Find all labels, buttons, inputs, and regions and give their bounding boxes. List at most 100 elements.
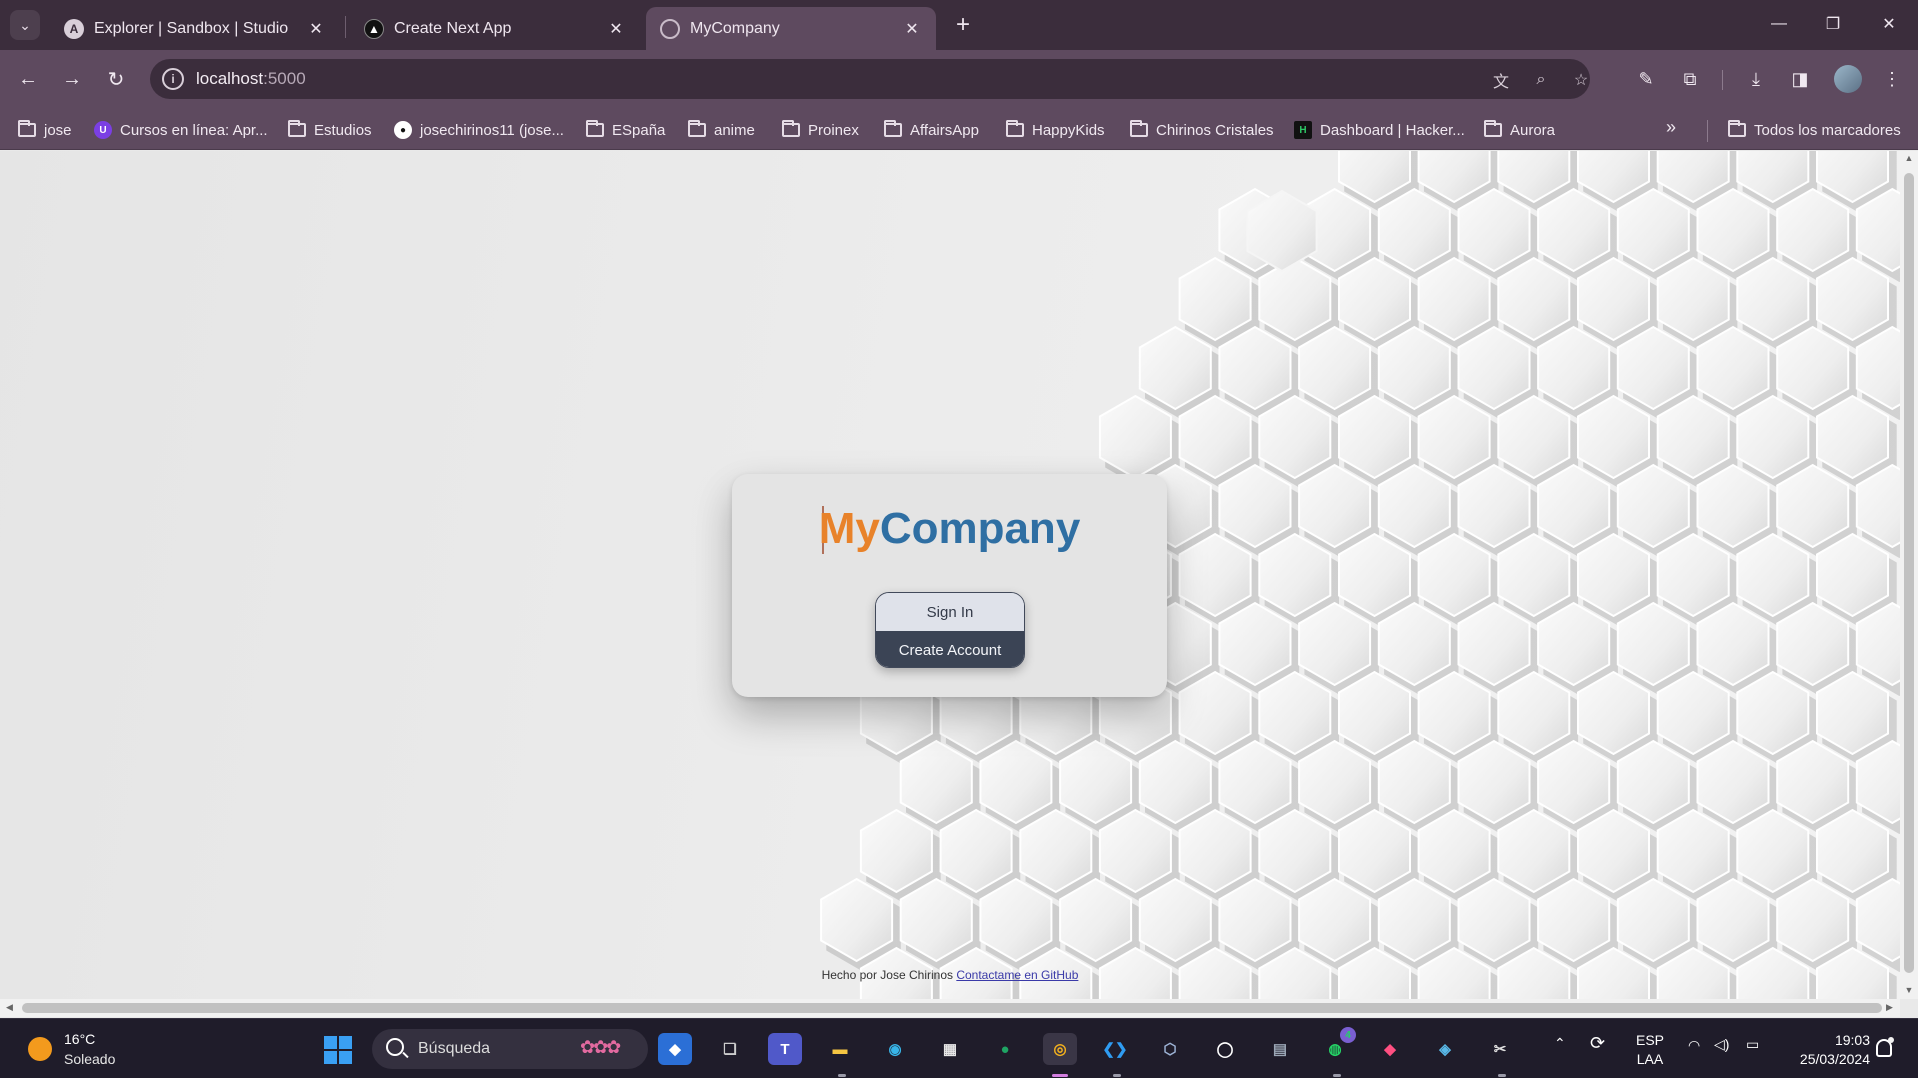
close-icon[interactable]: ✕ bbox=[902, 19, 922, 39]
bookmark-cursos[interactable]: U Cursos en línea: Apr... bbox=[94, 119, 268, 141]
clock[interactable]: 19:03 25/03/2024 bbox=[1786, 1031, 1870, 1069]
info-icon[interactable]: i bbox=[162, 68, 184, 90]
close-icon[interactable]: ✕ bbox=[306, 19, 326, 39]
url-text[interactable]: localhost:5000 bbox=[196, 69, 306, 89]
scroll-right-icon[interactable]: ▶ bbox=[1886, 1002, 1893, 1013]
bookmark-github[interactable]: ● josechirinos11 (jose... bbox=[394, 119, 564, 141]
scroll-up-icon[interactable]: ▲ bbox=[1904, 153, 1914, 163]
address-bar[interactable]: i localhost:5000 文 ⌕ ☆ bbox=[150, 59, 1590, 99]
whatsapp-web-icon[interactable]: ◯ bbox=[1208, 1033, 1242, 1065]
back-button[interactable]: ← bbox=[12, 63, 44, 95]
sun-icon[interactable] bbox=[28, 1037, 52, 1061]
zoom-icon[interactable]: ⌕ bbox=[1528, 67, 1554, 93]
keyboard-layout: LAA bbox=[1636, 1051, 1664, 1067]
brand-logo: MyCompany bbox=[732, 504, 1167, 554]
minimize-button[interactable]: — bbox=[1756, 8, 1802, 40]
bookmark-affairsapp[interactable]: AffairsApp bbox=[884, 119, 979, 141]
translate-icon[interactable]: 文 bbox=[1488, 67, 1514, 93]
extension-button[interactable]: ✎ bbox=[1630, 63, 1662, 95]
menu-button[interactable]: ⋮ bbox=[1876, 63, 1908, 95]
notification-bell-icon[interactable] bbox=[1876, 1037, 1894, 1057]
tab-explorer[interactable]: A Explorer | Sandbox | Studio ✕ bbox=[50, 7, 340, 50]
scroll-down-icon[interactable]: ▼ bbox=[1904, 985, 1914, 995]
time: 19:03 bbox=[1834, 1032, 1870, 1048]
close-icon[interactable]: ✕ bbox=[606, 19, 626, 39]
microsoft-store-icon[interactable]: ▦ bbox=[933, 1033, 967, 1065]
bookmark-proinex[interactable]: Proinex bbox=[782, 119, 859, 141]
database-icon[interactable]: ◈ bbox=[1428, 1033, 1462, 1065]
avatar[interactable] bbox=[1834, 65, 1862, 93]
tab-title: MyCompany bbox=[690, 19, 780, 37]
triangle-icon: ▲ bbox=[364, 18, 384, 39]
bookmark-espana[interactable]: ESpaña bbox=[586, 119, 665, 141]
sync-icon[interactable]: ⟳ bbox=[1590, 1033, 1605, 1054]
weather-description[interactable]: Soleado bbox=[64, 1051, 115, 1067]
volume-icon[interactable]: ◁) bbox=[1714, 1036, 1729, 1053]
bookmark-dashboard[interactable]: H Dashboard | Hacker... bbox=[1294, 119, 1465, 141]
download-icon: ⤓ bbox=[1752, 68, 1760, 89]
file-explorer-icon[interactable]: ▬ bbox=[823, 1033, 857, 1065]
start-button[interactable] bbox=[324, 1036, 352, 1064]
bookmark-all[interactable]: Todos los marcadores bbox=[1728, 119, 1901, 141]
notification-badge: 4 bbox=[1340, 1027, 1356, 1043]
chevron-up-icon[interactable]: ⌃ bbox=[1554, 1035, 1566, 1052]
teams-icon[interactable]: T bbox=[768, 1033, 802, 1065]
copilot-icon[interactable]: ◆ bbox=[658, 1033, 692, 1065]
bookmarks-divider bbox=[1707, 120, 1708, 142]
arrow-right-icon: → bbox=[62, 67, 82, 90]
figma-like-icon[interactable]: ◆ bbox=[1373, 1033, 1407, 1065]
close-window-button[interactable]: ✕ bbox=[1866, 8, 1912, 40]
language-indicator[interactable]: ESP LAA bbox=[1636, 1031, 1664, 1069]
bookmark-happykids[interactable]: HappyKids bbox=[1006, 119, 1105, 141]
whatsapp-icon[interactable]: ◍ 4 bbox=[1318, 1027, 1356, 1065]
taskbar-search[interactable]: Búsqueda ✿✿✿ bbox=[372, 1029, 648, 1069]
tab-search-button[interactable]: ⌄ bbox=[10, 10, 40, 40]
tab-strip: ⌄ A Explorer | Sandbox | Studio ✕ ▲ Crea… bbox=[0, 0, 1918, 50]
scroll-left-icon[interactable]: ◀ bbox=[6, 1002, 13, 1013]
sign-in-button[interactable]: Sign In bbox=[876, 593, 1024, 631]
restore-icon: ❐ bbox=[1825, 16, 1841, 33]
battery-icon[interactable]: ▭ bbox=[1746, 1036, 1759, 1053]
more-bookmarks-button[interactable]: » bbox=[1666, 117, 1676, 138]
folder-icon bbox=[1130, 120, 1148, 137]
wifi-icon[interactable]: ◠ bbox=[1688, 1037, 1700, 1054]
new-tab-button[interactable]: + bbox=[948, 10, 978, 40]
mongodb-compass-icon[interactable]: ● bbox=[988, 1033, 1022, 1065]
scrollbar-thumb[interactable] bbox=[1904, 173, 1914, 973]
date: 25/03/2024 bbox=[1799, 1051, 1870, 1067]
vscode-icon[interactable]: ❮❯ bbox=[1098, 1033, 1132, 1065]
downloads-button[interactable]: ⤓ bbox=[1740, 63, 1772, 95]
edge-icon[interactable]: ◉ bbox=[878, 1033, 912, 1065]
snipping-tool-icon[interactable]: ✂ bbox=[1483, 1033, 1517, 1065]
side-panel-button[interactable]: ◨ bbox=[1784, 63, 1816, 95]
bookmark-star-icon[interactable]: ☆ bbox=[1568, 67, 1594, 93]
bookmark-anime[interactable]: anime bbox=[688, 119, 755, 141]
bookmark-aurora[interactable]: Aurora bbox=[1484, 119, 1555, 141]
bookmark-label: Chirinos Cristales bbox=[1156, 121, 1274, 139]
scrollbar-thumb[interactable] bbox=[22, 1003, 1882, 1013]
tab-create-next-app[interactable]: ▲ Create Next App ✕ bbox=[350, 7, 640, 50]
bookmark-jose[interactable]: jose bbox=[18, 119, 72, 141]
weather-temperature[interactable]: 16°C bbox=[64, 1031, 95, 1047]
bookmark-chirinos-cristales[interactable]: Chirinos Cristales bbox=[1130, 119, 1274, 141]
bookmark-label: HappyKids bbox=[1032, 121, 1105, 139]
github-contact-link[interactable]: Contactame en GitHub bbox=[956, 968, 1078, 982]
tab-mycompany[interactable]: MyCompany ✕ bbox=[646, 7, 936, 50]
terminal-app-icon[interactable]: ⬡ bbox=[1153, 1033, 1187, 1065]
chrome-icon[interactable]: ◎ bbox=[1043, 1033, 1077, 1065]
tab-title: Create Next App bbox=[394, 19, 512, 37]
page-footer: Hecho por Jose Chirinos Contactame en Gi… bbox=[0, 968, 1900, 982]
extensions-icon: ⧉ bbox=[1683, 68, 1697, 89]
bookmark-estudios[interactable]: Estudios bbox=[288, 119, 372, 141]
forward-button[interactable]: → bbox=[56, 63, 88, 95]
ai-studio-icon: A bbox=[64, 18, 84, 39]
task-view-icon[interactable]: ❏ bbox=[713, 1033, 747, 1065]
search-placeholder: Búsqueda bbox=[418, 1040, 491, 1057]
reload-button[interactable]: ↻ bbox=[100, 63, 132, 95]
restore-button[interactable]: ❐ bbox=[1810, 8, 1856, 40]
extensions-button[interactable]: ⧉ bbox=[1674, 63, 1706, 95]
calculator-icon[interactable]: ▤ bbox=[1263, 1033, 1297, 1065]
create-account-button[interactable]: Create Account bbox=[876, 631, 1024, 667]
horizontal-scrollbar[interactable]: ◀ ▶ bbox=[0, 999, 1900, 1017]
vertical-scrollbar[interactable]: ▲ ▼ bbox=[1900, 151, 1918, 999]
